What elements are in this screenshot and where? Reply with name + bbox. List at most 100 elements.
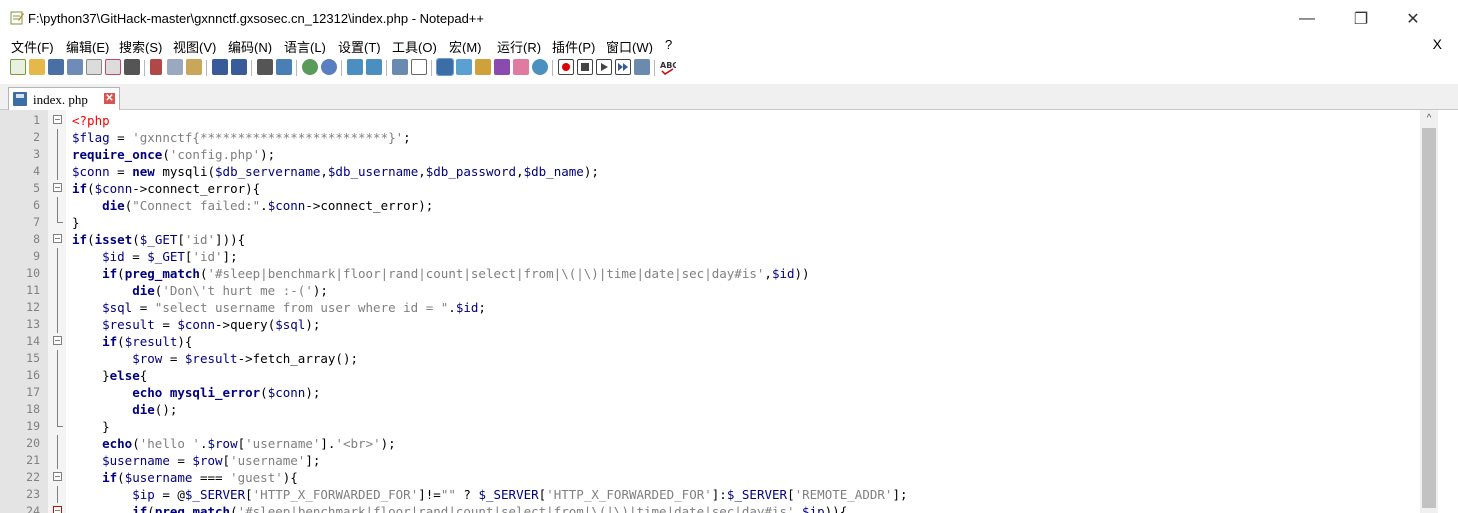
save-all-icon[interactable] [67, 59, 83, 75]
fold-toggle-icon[interactable] [53, 234, 62, 243]
code-token: 'guest' [230, 470, 283, 485]
code-line[interactable]: 24 if(preg_match('#sleep|benchmark|floor… [0, 503, 1420, 513]
paste-icon[interactable] [186, 59, 202, 75]
close-document-button[interactable]: X [1433, 36, 1442, 52]
scroll-up-arrow[interactable]: ^ [1420, 110, 1438, 128]
code-token: ]; [222, 249, 238, 264]
spell-check-icon[interactable]: ABC [660, 59, 678, 75]
print-icon[interactable] [124, 59, 140, 75]
fold-guide [57, 367, 58, 384]
code-text: die("Connect failed:".$conn->connect_err… [72, 197, 433, 214]
save-icon[interactable] [48, 59, 64, 75]
find-icon[interactable] [257, 59, 273, 75]
code-line[interactable]: 19 } [0, 418, 1420, 435]
play-macro-icon[interactable] [596, 59, 612, 75]
sync-vertical-icon[interactable] [347, 59, 363, 75]
code-token: } [72, 368, 110, 383]
svg-text:ABC: ABC [660, 61, 676, 70]
code-token: } [72, 419, 110, 434]
function-list-icon[interactable] [475, 59, 491, 75]
eye-icon[interactable] [532, 59, 548, 75]
fold-toggle-icon[interactable] [53, 472, 62, 481]
indent-guide-icon[interactable] [436, 58, 454, 76]
code-token: ->connect_error); [305, 198, 434, 213]
close-file-icon[interactable] [86, 59, 102, 75]
code-line[interactable]: 7} [0, 214, 1420, 231]
restore-button[interactable]: ❐ [1338, 6, 1384, 32]
vertical-scrollbar[interactable]: ^ [1420, 110, 1438, 513]
copy-icon[interactable] [167, 59, 183, 75]
sync-horizontal-icon[interactable] [366, 59, 382, 75]
new-file-icon[interactable] [10, 59, 26, 75]
toolbar-separator [341, 60, 342, 76]
record-macro-icon[interactable] [558, 59, 574, 75]
line-number: 3 [33, 147, 40, 161]
code-text: if($conn->connect_error){ [72, 180, 260, 197]
close-window-button[interactable]: ✕ [1390, 6, 1436, 32]
code-line[interactable]: 13 $result = $conn->query($sql); [0, 316, 1420, 333]
zoom-out-icon[interactable] [321, 59, 337, 75]
code-text: $sql = "select username from user where … [72, 299, 486, 316]
code-line[interactable]: 4 $conn = new mysqli($db_servername,$db_u… [0, 163, 1420, 180]
fold-guide [57, 452, 58, 469]
monitor-icon[interactable] [513, 59, 529, 75]
code-token: 'id' [184, 232, 216, 247]
cut-icon[interactable] [150, 59, 162, 75]
word-wrap-icon[interactable] [392, 59, 408, 75]
code-line[interactable]: 14 if($result){ [0, 333, 1420, 350]
code-token: ]. [320, 436, 336, 451]
code-line[interactable]: 16 }else{ [0, 367, 1420, 384]
code-line[interactable]: 2 $flag = 'gxnnctf{**********************… [0, 129, 1420, 146]
code-token: ]: [711, 487, 727, 502]
stop-record-icon[interactable] [577, 59, 593, 75]
minimize-button[interactable]: — [1284, 6, 1330, 32]
code-line[interactable]: 23 $ip = @$_SERVER['HTTP_X_FORWARDED_FOR… [0, 486, 1420, 503]
fold-toggle-icon[interactable] [53, 506, 62, 513]
code-line[interactable]: 6 die("Connect failed:".$conn->connect_e… [0, 197, 1420, 214]
code-line[interactable]: 15 $row = $result->fetch_array(); [0, 350, 1420, 367]
doc-map-icon[interactable] [456, 59, 472, 75]
replace-icon[interactable] [276, 59, 292, 75]
menu-help[interactable]: ? [665, 37, 672, 52]
toolbar-separator [654, 60, 655, 76]
code-text: $id = $_GET['id']; [72, 248, 238, 265]
fold-toggle-icon[interactable] [53, 336, 62, 345]
code-token: 'id' [192, 249, 223, 264]
code-line[interactable]: 3 require_once('config.php'); [0, 146, 1420, 163]
code-line[interactable]: 12 $sql = "select username from user whe… [0, 299, 1420, 316]
code-line[interactable]: 5 if($conn->connect_error){ [0, 180, 1420, 197]
fold-toggle-icon[interactable] [53, 183, 62, 192]
code-editor[interactable]: 1 <?php 2 $flag = 'gxnnctf{****************… [0, 110, 1458, 513]
code-line[interactable]: 8 if(isset($_GET['id'])){ [0, 231, 1420, 248]
code-line[interactable]: 17 echo mysqli_error($conn); [0, 384, 1420, 401]
code-token: = @ [154, 487, 185, 502]
run-macro-multiple-icon[interactable] [615, 59, 631, 75]
fold-toggle-icon[interactable] [53, 115, 62, 124]
open-file-icon[interactable] [29, 59, 45, 75]
fold-guide [57, 418, 63, 427]
tab-index-php[interactable]: index. php ✕ [8, 87, 120, 110]
code-line[interactable]: 20 echo('hello '.$row['username'].'<br>'… [0, 435, 1420, 452]
fold-guide [57, 163, 58, 180]
code-line[interactable]: 10 if(preg_match('#sleep|benchmark|floor… [0, 265, 1420, 282]
code-line[interactable]: 21 $username = $row['username']; [0, 452, 1420, 469]
folder-workspace-icon[interactable] [494, 59, 510, 75]
code-line[interactable]: 1 <?php [0, 112, 1420, 129]
code-token: $conn [94, 181, 133, 196]
code-line[interactable]: 18 die(); [0, 401, 1420, 418]
code-token: ->connect_error){ [132, 181, 261, 196]
code-text: $username = $row['username']; [72, 452, 320, 469]
redo-icon[interactable] [231, 59, 247, 75]
line-number: 15 [26, 351, 40, 365]
zoom-in-icon[interactable] [302, 59, 318, 75]
code-line[interactable]: 11 die('Don\'t hurt me :-('); [0, 282, 1420, 299]
save-macro-icon[interactable] [634, 59, 650, 75]
scroll-thumb[interactable] [1422, 128, 1436, 508]
close-all-icon[interactable] [105, 59, 121, 75]
code-token: = [109, 164, 133, 179]
show-all-chars-icon[interactable] [411, 59, 427, 75]
close-tab-icon[interactable]: ✕ [104, 93, 115, 104]
code-line[interactable]: 22 if($username === 'guest'){ [0, 469, 1420, 486]
undo-icon[interactable] [212, 59, 228, 75]
code-line[interactable]: 9 $id = $_GET['id']; [0, 248, 1420, 265]
